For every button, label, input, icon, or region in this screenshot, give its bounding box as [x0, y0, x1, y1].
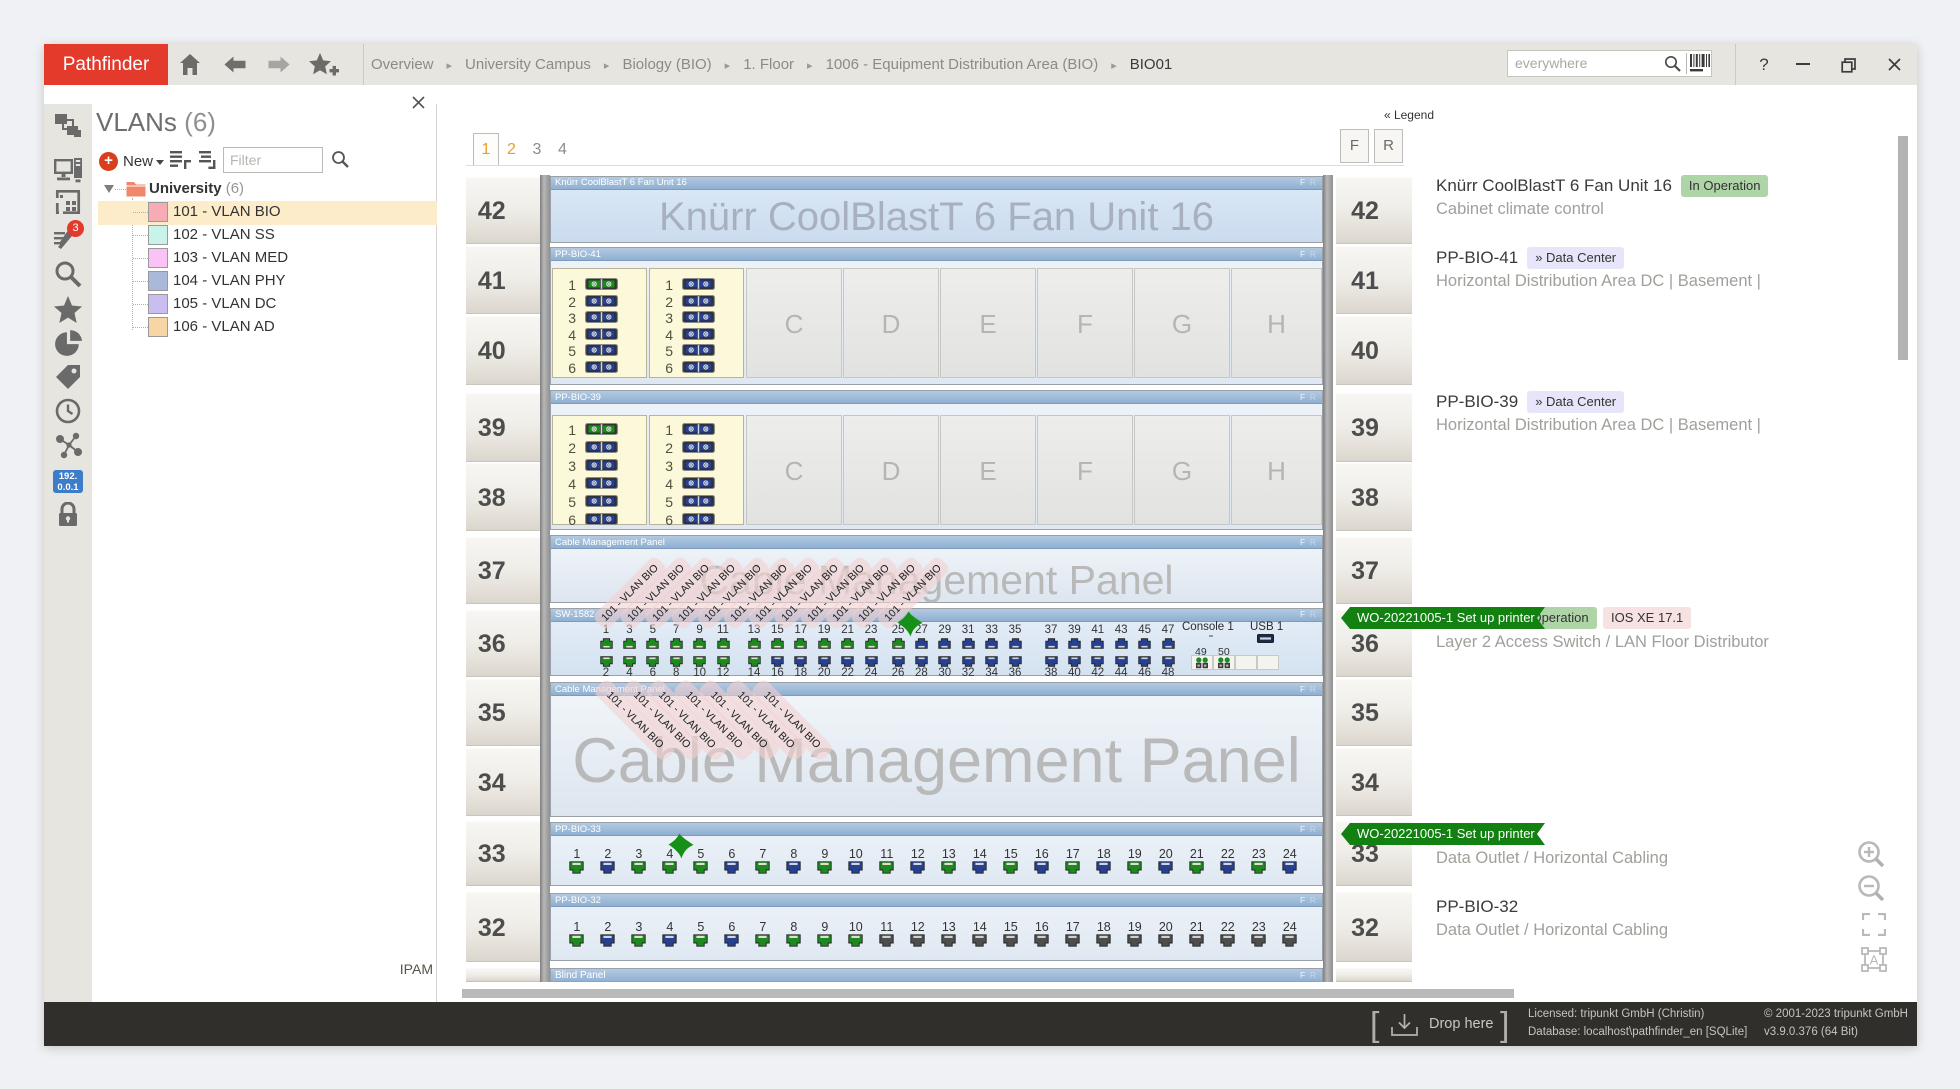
svg-text:A: A	[1870, 953, 1879, 968]
